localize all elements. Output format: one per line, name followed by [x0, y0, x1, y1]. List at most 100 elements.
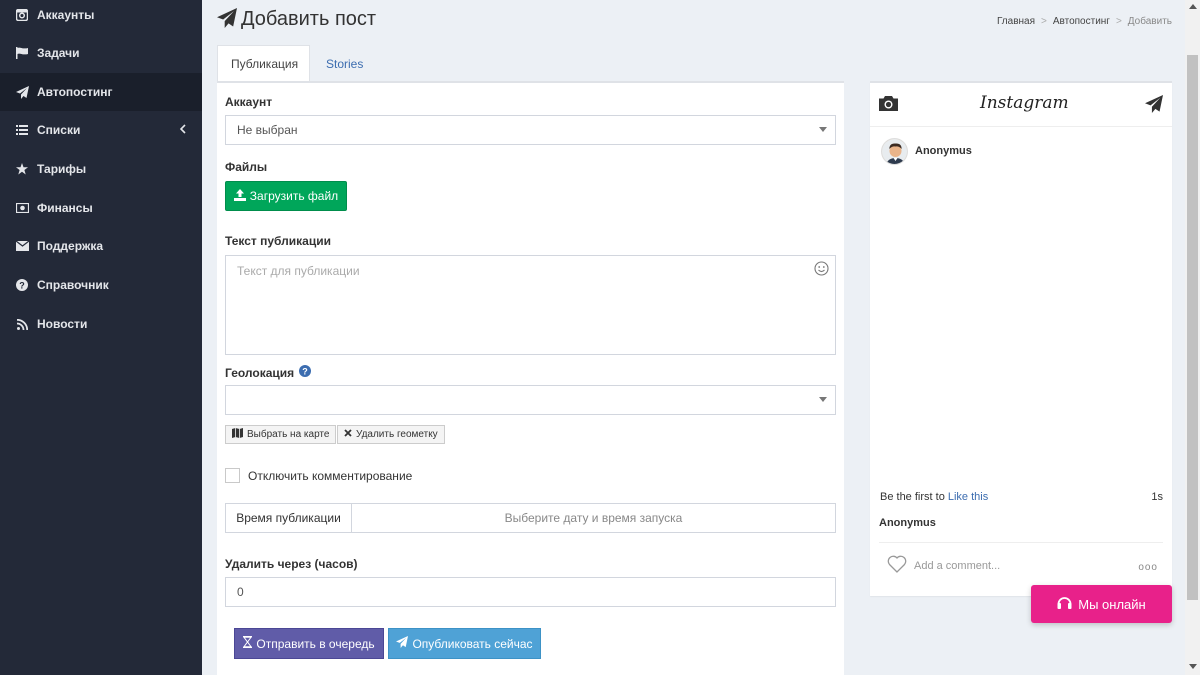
publish-now-button[interactable]: Опубликовать сейчас: [388, 628, 541, 659]
upload-file-button[interactable]: Загрузить файл: [225, 181, 347, 211]
page-title-text: Добавить пост: [241, 8, 377, 30]
paper-plane-icon: [15, 85, 29, 99]
sidebar-item-support[interactable]: Поддержка: [0, 227, 202, 265]
breadcrumb: Главная > Автопостинг > Добавить: [997, 16, 1172, 27]
instagram-preview-header: Instagram: [870, 83, 1172, 127]
help-icon[interactable]: ?: [299, 365, 312, 380]
publish-time-addon: Время публикации: [226, 504, 352, 532]
choose-on-map-button[interactable]: Выбрать на карте: [225, 425, 337, 444]
choose-on-map-label: Выбрать на карте: [247, 429, 330, 440]
disable-comments-checkbox[interactable]: [225, 468, 240, 483]
map-icon: [232, 428, 243, 441]
caret-down-icon: [819, 127, 827, 132]
preview-likes: Be the first to Like this: [880, 491, 988, 503]
sidebar-item-label: Финансы: [37, 201, 93, 215]
delete-after-input[interactable]: 0: [225, 577, 836, 607]
publish-now-label: Опубликовать сейчас: [412, 636, 533, 651]
instagram-logo: Instagram: [980, 93, 1069, 113]
sidebar-item-label: Справочник: [37, 278, 109, 292]
post-form-panel: Аккаунт Не выбран Файлы Загрузить файл Т…: [217, 81, 844, 675]
question-circle-icon: ?: [15, 278, 29, 292]
more-options-icon: ooo: [1138, 562, 1158, 573]
online-chat-button[interactable]: Мы онлайн: [1031, 585, 1172, 623]
chevron-left-icon[interactable]: [179, 123, 186, 137]
publish-time-input[interactable]: Выберите дату и время запуска: [352, 504, 835, 532]
delete-after-label: Удалить через (часов): [225, 557, 358, 571]
like-link[interactable]: Like this: [948, 491, 988, 503]
close-icon: [344, 429, 352, 440]
instagram-preview: Instagram Anonymus Be the first to Like …: [870, 81, 1172, 596]
envelope-icon: [15, 239, 29, 253]
money-icon: [15, 201, 29, 215]
publish-time-group: Время публикации Выберите дату и время з…: [225, 503, 836, 533]
geo-select[interactable]: [225, 385, 836, 415]
breadcrumb-separator: >: [1115, 16, 1122, 27]
breadcrumb-autoposting[interactable]: Автопостинг: [1053, 16, 1110, 27]
paper-plane-icon: [217, 8, 237, 31]
scroll-up-arrow-icon[interactable]: [1189, 4, 1197, 9]
svg-text:?: ?: [19, 280, 25, 290]
account-label: Аккаунт: [225, 95, 273, 109]
post-text-label: Текст публикации: [225, 234, 331, 248]
account-select[interactable]: Не выбран: [225, 115, 836, 145]
rss-icon: [15, 317, 29, 331]
breadcrumb-current: Добавить: [1127, 16, 1172, 27]
paper-plane-icon: [1145, 95, 1163, 116]
breadcrumb-home[interactable]: Главная: [997, 16, 1035, 27]
list-icon: [15, 123, 29, 137]
sidebar-item-finance[interactable]: Финансы: [0, 189, 202, 227]
sidebar-item-label: Аккаунты: [37, 8, 95, 22]
star-icon: [15, 162, 29, 176]
preview-caption-user: Anonymus: [879, 517, 936, 529]
sidebar-item-label: Автопостинг: [37, 85, 113, 99]
preview-username: Anonymus: [915, 145, 972, 157]
page-title: Добавить пост: [217, 8, 376, 31]
scrollbar-thumb[interactable]: [1187, 55, 1198, 600]
instagram-icon: [15, 8, 29, 22]
preview-like-prefix: Be the first to: [880, 491, 948, 503]
tab-publication[interactable]: Публикация: [217, 45, 310, 82]
sidebar-item-autoposting[interactable]: Автопостинг: [0, 73, 202, 111]
flag-icon: [15, 46, 29, 60]
emoji-icon[interactable]: [814, 261, 829, 279]
remove-geotag-label: Удалить геометку: [356, 429, 438, 440]
sidebar-item-label: Задачи: [37, 46, 80, 60]
send-to-queue-button[interactable]: Отправить в очередь: [234, 628, 384, 659]
camera-icon: [879, 96, 898, 114]
delete-after-value: 0: [237, 585, 244, 599]
sidebar-item-label: Новости: [37, 317, 88, 331]
sidebar-item-accounts[interactable]: Аккаунты: [0, 0, 202, 34]
sidebar-item-label: Тарифы: [37, 162, 87, 176]
sidebar-item-tasks[interactable]: Задачи: [0, 34, 202, 72]
sidebar-item-news[interactable]: Новости: [0, 305, 202, 343]
sidebar-item-tariffs[interactable]: Тарифы: [0, 150, 202, 188]
paper-plane-icon: [396, 636, 409, 651]
geo-label: Геолокация: [225, 365, 295, 380]
files-label: Файлы: [225, 160, 268, 174]
sidebar-item-lists[interactable]: Списки: [0, 111, 202, 149]
online-chat-label: Мы онлайн: [1078, 596, 1146, 612]
sidebar-item-label: Списки: [37, 123, 81, 137]
comment-placeholder: Add a comment...: [914, 560, 1001, 572]
sidebar-item-label: Поддержка: [37, 239, 104, 253]
svg-text:?: ?: [302, 366, 308, 376]
post-text-input[interactable]: [225, 255, 836, 355]
upload-icon: [233, 188, 246, 204]
divider: [879, 542, 1163, 543]
heart-icon: [887, 555, 907, 576]
sidebar: Аккаунты Задачи Автопостинг Списки Тариф…: [0, 0, 202, 675]
disable-comments-label[interactable]: Отключить комментирование: [248, 469, 412, 483]
geo-label-wrap: Геолокация ?: [225, 365, 312, 380]
account-select-value: Не выбран: [237, 123, 298, 137]
remove-geotag-button[interactable]: Удалить геометку: [337, 425, 445, 444]
caret-down-icon: [819, 397, 827, 402]
sidebar-item-reference[interactable]: ? Справочник: [0, 266, 202, 304]
send-to-queue-label: Отправить в очередь: [256, 636, 375, 651]
tab-stories[interactable]: Stories: [313, 45, 376, 82]
avatar: [881, 138, 908, 165]
scroll-down-arrow-icon[interactable]: [1189, 664, 1197, 669]
upload-file-label: Загрузить файл: [249, 189, 339, 203]
headphones-icon: [1057, 596, 1072, 612]
breadcrumb-separator: >: [1041, 16, 1047, 27]
preview-time: 1s: [1151, 491, 1163, 503]
